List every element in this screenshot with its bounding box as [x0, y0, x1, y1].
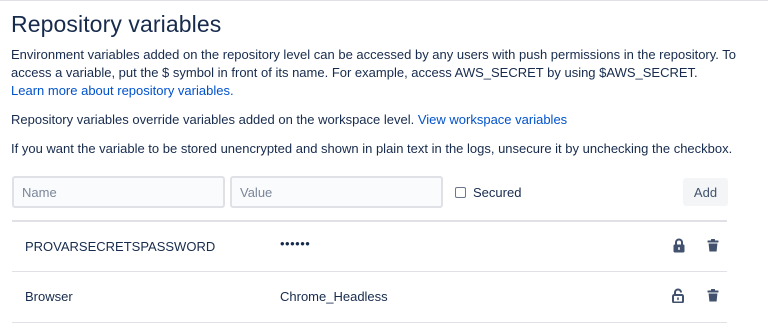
secured-checkbox-label[interactable]: Secured	[455, 185, 521, 200]
variable-name-input[interactable]	[12, 176, 225, 208]
view-workspace-variables-link[interactable]: View workspace variables	[418, 112, 567, 127]
description-override: Repository variables override variables …	[11, 111, 751, 129]
learn-more-link[interactable]: Learn more about repository variables.	[11, 83, 234, 98]
description-access-text: Environment variables added on the repos…	[11, 47, 737, 80]
page-title: Repository variables	[11, 11, 222, 37]
top-divider	[0, 0, 768, 1]
variable-name: PROVARSECRETSPASSWORD	[25, 239, 216, 254]
trash-icon[interactable]	[705, 237, 721, 253]
secured-label: Secured	[473, 185, 522, 200]
description-access-variables: Environment variables added on the repos…	[11, 46, 751, 100]
variable-value-masked: ••••••	[280, 236, 311, 251]
variable-row: Browser Chrome_Headless	[12, 272, 727, 322]
variable-value: Chrome_Headless	[280, 289, 388, 304]
description-override-text: Repository variables override variables …	[11, 112, 415, 127]
lock-open-icon[interactable]	[671, 287, 687, 303]
lock-closed-icon[interactable]	[671, 237, 687, 253]
variable-name: Browser	[25, 289, 73, 304]
description-unsecure: If you want the variable to be stored un…	[11, 141, 733, 156]
add-variable-button[interactable]: Add	[683, 178, 728, 206]
row-divider	[12, 322, 727, 323]
trash-icon[interactable]	[705, 287, 721, 303]
variable-value-input[interactable]	[230, 176, 443, 208]
variable-row: PROVARSECRETSPASSWORD ••••••	[12, 222, 727, 272]
secured-checkbox[interactable]	[455, 187, 466, 198]
